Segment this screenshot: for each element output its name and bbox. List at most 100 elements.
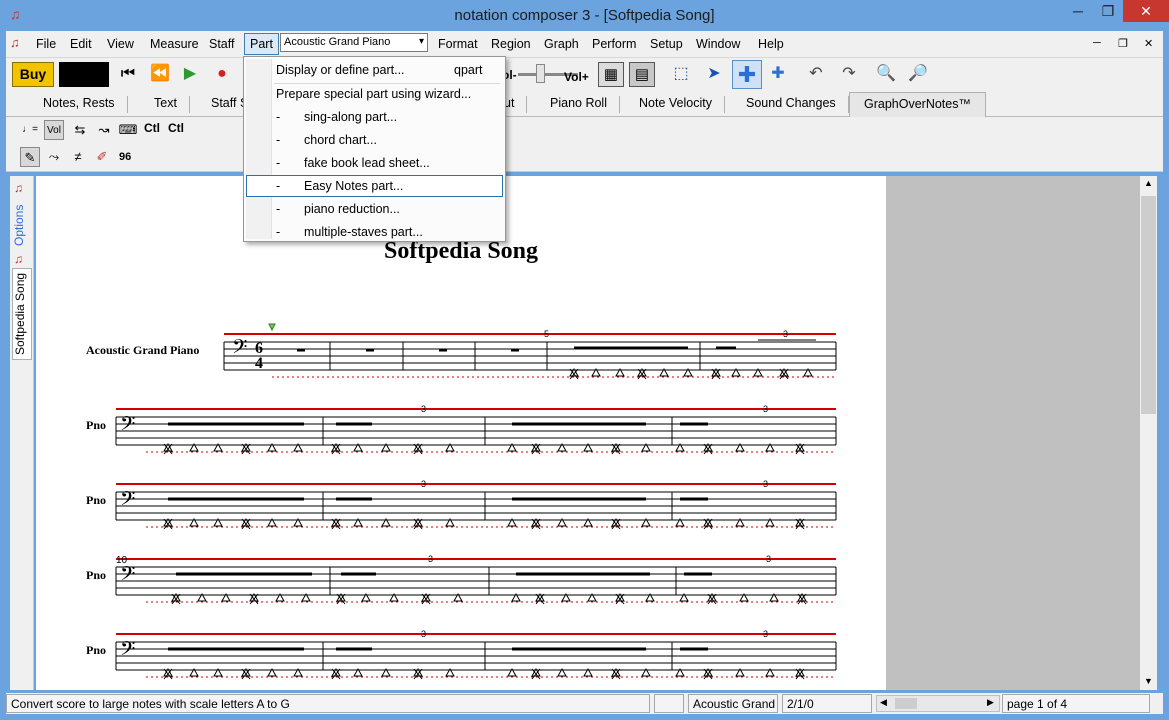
menu-item-dash: - (276, 202, 281, 216)
music-notation: 𝄢 6 4 5 3 𝄢 3 3 𝄢 3 3 10 𝄢 3 3 𝄢 3 3 (115, 323, 837, 680)
buy-button[interactable]: Buy (12, 62, 54, 87)
triplet-mark-3: 3 (763, 404, 768, 414)
maximize-button[interactable]: ❐ (1093, 0, 1123, 22)
menu-setup[interactable]: Setup (650, 37, 683, 51)
rewind-start-icon[interactable]: ⏮ (117, 63, 139, 85)
title-bar: ♫ notation composer 3 - [Softpedia Song]… (0, 0, 1169, 31)
volume-icon[interactable]: Vol (44, 120, 64, 140)
menu-perform[interactable]: Perform (592, 37, 636, 51)
triplet-mark-6: 3 (428, 554, 433, 564)
slur-icon[interactable]: ≠ (68, 147, 88, 167)
menu-window[interactable]: Window (696, 37, 740, 51)
triplet-mark-8: 3 (421, 629, 426, 639)
controller-button-1[interactable]: Ctl (144, 121, 160, 135)
part-select[interactable]: Acoustic Grand Piano ▾ (280, 33, 428, 52)
time-display (59, 62, 109, 87)
velocity-icon[interactable]: ♩= (20, 120, 40, 140)
menu-item-sing-along[interactable]: - sing-along part... (246, 106, 503, 128)
tab-sound-changes[interactable]: Sound Changes (746, 96, 849, 113)
tab-note-velocity[interactable]: Note Velocity (639, 96, 725, 113)
menu-item-display-define-part[interactable]: Display or define part... qpart (246, 59, 503, 81)
tab-text[interactable]: Text (154, 96, 190, 113)
menu-measure[interactable]: Measure (150, 37, 199, 51)
bass-clef-1: 𝄢 (232, 335, 247, 363)
play-icon[interactable]: ▶ (179, 63, 201, 85)
tool-toolbar: ✎ ⤳ ≠ ✐ 96 (6, 143, 1163, 172)
pan-icon[interactable]: ⇆ (70, 120, 90, 140)
scroll-down-icon[interactable]: ▼ (1144, 676, 1153, 686)
tab-graph-over-notes[interactable]: GraphOverNotes™ (849, 92, 986, 117)
menu-file[interactable]: File (36, 37, 56, 51)
tab-piano-roll[interactable]: Piano Roll (550, 96, 620, 113)
add-record-icon[interactable]: ✚ (767, 63, 789, 85)
undo-icon[interactable]: ↶ (805, 63, 827, 85)
menu-item-easy-notes[interactable]: - Easy Notes part... (246, 175, 503, 197)
zoom-in-icon[interactable]: 🔍 (875, 63, 897, 85)
menu-view[interactable]: View (107, 37, 134, 51)
volume-slider-thumb[interactable] (536, 64, 545, 83)
vertical-scrollbar[interactable]: ▲ ▼ (1140, 176, 1157, 690)
menu-region[interactable]: Region (491, 37, 531, 51)
page-view-icon[interactable]: ▦ (598, 62, 624, 87)
menu-item-accel: qpart (454, 63, 483, 77)
volume-plus-label[interactable]: Vol+ (564, 70, 589, 84)
menu-format[interactable]: Format (438, 37, 478, 51)
minimize-button[interactable]: ─ (1063, 0, 1093, 22)
triplet-mark-1: 3 (783, 329, 788, 339)
menu-help[interactable]: Help (758, 37, 784, 51)
horizontal-scrollbar[interactable]: ◀ ▶ (876, 695, 1000, 712)
main-toolbar: Buy ⏮ ⏪ ▶ ● ol- Vol+ ▦ ▤ ⬚ ➤ ✚ ✚ ↶ ↷ 🔍 🔎 (6, 58, 1163, 92)
menu-item-label: fake book lead sheet... (304, 156, 430, 170)
menu-part[interactable]: Part (244, 33, 279, 55)
bass-clef-3: 𝄢 (120, 487, 135, 515)
pointer-icon[interactable]: ➤ (703, 63, 725, 85)
noteheads (163, 367, 813, 680)
scroll-right-icon[interactable]: ▶ (987, 697, 994, 708)
menu-item-prepare-special-part[interactable]: Prepare special part using wizard... (246, 83, 503, 105)
song-tab[interactable]: Softpedia Song (12, 268, 32, 360)
pitch-bend-icon[interactable]: ↝ (94, 120, 114, 140)
select-region-icon[interactable]: ⬚ (670, 63, 692, 85)
tab-layout[interactable]: ut (504, 96, 528, 113)
tab-bar: Notes, Rests Text Staff S ut Piano Roll … (6, 92, 1163, 117)
menu-item-piano-reduction[interactable]: - piano reduction... (246, 198, 503, 220)
redo-icon[interactable]: ↷ (838, 63, 860, 85)
zoom-out-icon[interactable]: 🔎 (907, 63, 929, 85)
menu-item-chord-chart[interactable]: - chord chart... (246, 129, 503, 151)
tie-icon[interactable]: ⤳ (44, 147, 64, 167)
menu-staff[interactable]: Staff (209, 37, 234, 51)
menu-edit[interactable]: Edit (70, 37, 92, 51)
record-icon[interactable]: ● (211, 63, 233, 85)
close-button[interactable]: ✕ (1123, 0, 1169, 22)
score-page[interactable]: Softpedia Song Acoustic Grand Piano Pno … (36, 176, 886, 690)
time-sig-bottom: 4 (255, 355, 263, 372)
scroll-left-icon[interactable]: ◀ (880, 697, 887, 708)
status-position: 2/1/0 (782, 694, 872, 713)
marker-icon[interactable]: ✐ (92, 147, 112, 167)
menu-item-dash: - (276, 133, 281, 147)
vertical-scroll-thumb[interactable] (1141, 196, 1156, 414)
triplet-mark-4: 3 (421, 479, 426, 489)
controller-button-2[interactable]: Ctl (168, 121, 184, 135)
menu-item-multiple-staves[interactable]: - multiple-staves part... (246, 221, 503, 243)
menu-item-dash: - (276, 179, 281, 193)
mdi-minimize-button[interactable]: ─ (1093, 37, 1101, 49)
sustain-icon[interactable]: ⌨ (118, 120, 138, 140)
pencil-icon[interactable]: ✎ (20, 147, 40, 167)
options-tab[interactable]: Options (12, 200, 32, 250)
horizontal-scroll-thumb[interactable] (895, 698, 917, 709)
mdi-close-button[interactable]: ✕ (1144, 37, 1153, 50)
doc-icon[interactable]: ♫ (10, 35, 20, 50)
tab-notes-rests[interactable]: Notes, Rests (43, 96, 128, 113)
menu-graph[interactable]: Graph (544, 37, 579, 51)
scroll-view-icon[interactable]: ▤ (629, 62, 655, 87)
status-bar: Convert score to large notes with scale … (6, 693, 1163, 714)
rewind-icon[interactable]: ⏪ (149, 63, 171, 85)
status-empty-cell (654, 694, 684, 713)
staff-2 (115, 408, 837, 453)
scroll-up-icon[interactable]: ▲ (1144, 178, 1153, 188)
add-note-icon[interactable]: ✚ (732, 60, 762, 89)
mdi-restore-button[interactable]: ❐ (1118, 37, 1128, 50)
menu-item-label: chord chart... (304, 133, 377, 147)
menu-item-fake-book[interactable]: - fake book lead sheet... (246, 152, 503, 174)
